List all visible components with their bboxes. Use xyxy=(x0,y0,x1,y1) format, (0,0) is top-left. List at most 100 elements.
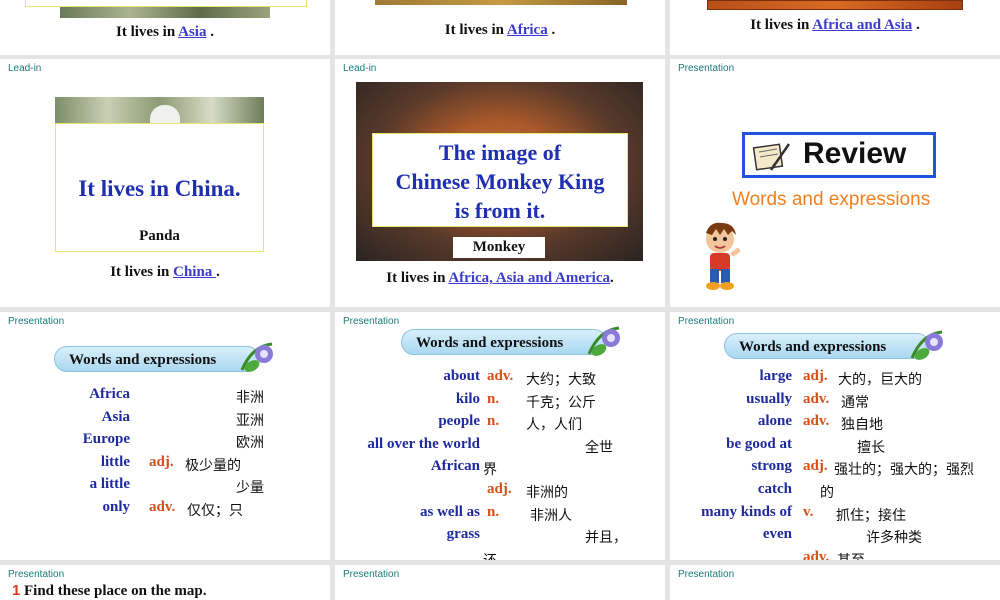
headline-line-3: is from it. xyxy=(454,198,546,223)
vocab-english: a little xyxy=(89,476,130,493)
vocab-chinese: 大约；大致 xyxy=(526,372,596,388)
vocab-chinese: 欧洲 xyxy=(236,435,264,452)
vocab-english: Europe xyxy=(82,431,130,448)
vocab-part-of-speech: adj. xyxy=(803,368,828,384)
vocab-english: strong xyxy=(751,458,792,475)
section-heading: Words and expressions xyxy=(54,346,260,372)
caption: It lives in Africa . xyxy=(444,22,556,38)
vocab-chinese: 千克；公斤 xyxy=(526,394,596,411)
vocab-part-of-speech: adv. xyxy=(803,413,830,430)
vocab-part-of-speech: adv. xyxy=(149,499,176,515)
slide-vocab-2[interactable]: Presentation Words and expressions about… xyxy=(335,312,665,560)
vocab-english: alone xyxy=(757,413,792,430)
vocab-chinese: 强壮的；强大的；强烈 xyxy=(834,462,974,479)
vocab-row: about adv. 大约；大致 xyxy=(335,368,665,388)
flower-icon xyxy=(910,330,943,360)
slide-tag: Presentation xyxy=(343,316,400,327)
review-title: Review xyxy=(803,137,907,170)
place-link[interactable]: Africa xyxy=(507,22,548,38)
vocab-row: adj. 非洲的 xyxy=(335,481,665,501)
slide-tag: Presentation xyxy=(8,569,65,580)
vocab-row: Europe 欧洲 xyxy=(0,431,330,451)
text-card: It lives in China. Panda xyxy=(55,123,264,252)
slide-vocab-3[interactable]: Presentation Words and expressions large… xyxy=(670,312,1000,560)
vocab-chinese: 界 xyxy=(483,462,497,479)
vocab-row: adv. 甚至 xyxy=(670,549,1000,560)
slide-tag: Presentation xyxy=(678,63,735,74)
place-link[interactable]: Africa and Asia xyxy=(812,17,912,33)
slide-tag: Presentation xyxy=(678,569,735,580)
photo-thumbnail xyxy=(375,0,627,5)
headline-line-1: The image of xyxy=(438,140,562,165)
vocab-row: many kinds of v. 抓住；接住 xyxy=(670,504,1000,524)
vocab-row: 还 xyxy=(335,549,665,560)
slide-4-3[interactable]: Presentation xyxy=(670,565,1000,600)
vocab-part-of-speech: adv. xyxy=(803,548,830,560)
slide-1-1[interactable]: It lives in Asia . xyxy=(0,0,330,55)
slide-vocab-1[interactable]: Presentation Words and expressions Afric… xyxy=(0,312,330,560)
vocab-chinese: 仅仅；只 xyxy=(187,503,243,519)
vocab-chinese: 独自地 xyxy=(841,417,883,434)
slide-tag: Presentation xyxy=(343,569,400,580)
caption: It lives in Asia . xyxy=(116,24,214,40)
vocab-part-of-speech: n. xyxy=(487,390,500,407)
slide-4-2[interactable]: Presentation xyxy=(335,565,665,600)
headline: It lives in China. xyxy=(78,176,241,201)
review-banner: Review xyxy=(742,132,936,178)
vocab-chinese: 的 xyxy=(820,485,834,501)
vocab-row: as well as n. 非洲人 xyxy=(335,504,665,524)
caption: It lives in Africa, Asia and America. xyxy=(386,270,614,286)
place-link[interactable]: Asia xyxy=(178,24,206,40)
vocab-part-of-speech: adv. xyxy=(803,390,830,407)
vocab-chinese: 全世 xyxy=(585,439,613,456)
vocab-chinese: 还 xyxy=(483,550,497,560)
vocab-english: African xyxy=(430,458,480,475)
vocab-english: grass xyxy=(446,526,480,543)
vocab-row: all over the world 全世 xyxy=(335,436,665,456)
vocab-row: even 许多种类 xyxy=(670,526,1000,546)
vocab-row: grass 并且， xyxy=(335,526,665,546)
vocab-row: be good at 擅长 xyxy=(670,436,1000,456)
place-link[interactable]: China xyxy=(173,264,216,280)
slide-review[interactable]: Presentation Review Words and expression… xyxy=(670,59,1000,307)
slide-map-task[interactable]: Presentation 1 Find these place on the m… xyxy=(0,565,330,600)
vocab-chinese: 亚洲 xyxy=(236,412,264,429)
vocab-part-of-speech: v. xyxy=(803,503,814,520)
vocab-english: people xyxy=(438,413,480,430)
animal-name: Panda xyxy=(139,228,180,244)
vocab-chinese: 大的，巨大的 xyxy=(838,372,922,388)
vocab-row: alone adv. 独自地 xyxy=(670,413,1000,433)
vocab-row: Africa 非洲 xyxy=(0,386,330,406)
slide-monkey[interactable]: Lead-in The image of Chinese Monkey King… xyxy=(335,59,665,307)
slide-tag: Lead-in xyxy=(8,63,42,74)
cartoon-boy-icon xyxy=(706,222,741,290)
vocab-row: African 界 xyxy=(335,458,665,478)
vocab-row: people n. 人，人们 xyxy=(335,413,665,433)
slide-tag: Presentation xyxy=(678,316,735,327)
vocab-chinese: 并且， xyxy=(585,530,627,547)
slide-1-2[interactable]: It lives in Africa . xyxy=(335,0,665,55)
task-number: 1 xyxy=(12,582,21,599)
vocab-part-of-speech: n. xyxy=(487,413,500,430)
slide-1-3[interactable]: It lives in Africa and Asia . xyxy=(670,0,1000,55)
vocab-chinese: 通常 xyxy=(841,394,869,411)
vocab-english: many kinds of xyxy=(701,503,792,520)
vocab-row: kilo n. 千克；公斤 xyxy=(335,391,665,411)
vocab-english: Africa xyxy=(89,386,130,402)
place-link[interactable]: Africa, Asia and America xyxy=(448,270,610,286)
slide-tag: Lead-in xyxy=(343,63,377,74)
slide-panda[interactable]: Lead-in It lives in China. Panda It live… xyxy=(0,59,330,307)
section-heading: Words and expressions xyxy=(724,333,930,359)
vocab-chinese: 擅长 xyxy=(857,439,885,456)
slide-tag: Presentation xyxy=(8,316,65,327)
vocab-english: little xyxy=(100,453,130,470)
photo-thumbnail xyxy=(707,0,963,10)
bamboo-photo xyxy=(55,97,264,123)
vocab-row: usually adv. 通常 xyxy=(670,391,1000,411)
vocab-english: about xyxy=(443,368,480,384)
flower-icon xyxy=(240,342,273,372)
vocab-row: little adj. 极少量的 xyxy=(0,454,330,474)
vocab-row: catch 的 xyxy=(670,481,1000,501)
caption: It lives in China . xyxy=(110,264,220,280)
section-heading: Words and expressions xyxy=(401,329,607,355)
